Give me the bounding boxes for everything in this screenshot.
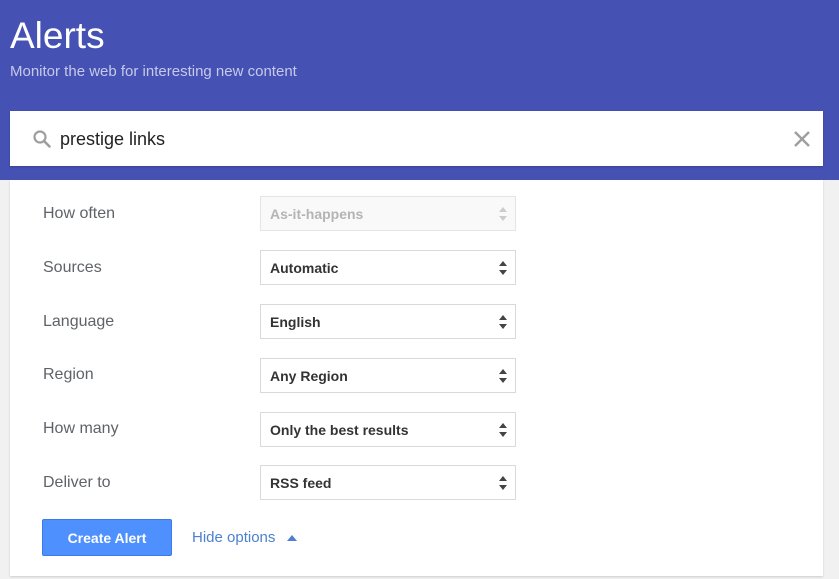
deliver-to-label: Deliver to xyxy=(43,474,111,491)
select-arrows-icon xyxy=(499,476,507,490)
how-many-value: Only the best results xyxy=(270,422,409,438)
how-many-select[interactable]: Only the best results xyxy=(260,412,516,447)
region-select[interactable]: Any Region xyxy=(260,358,516,393)
select-arrows-icon xyxy=(499,261,507,275)
language-select[interactable]: English xyxy=(260,304,516,339)
deliver-to-value: RSS feed xyxy=(270,475,332,491)
close-icon[interactable] xyxy=(791,128,813,150)
how-often-select: As-it-happens xyxy=(260,196,516,231)
select-arrows-icon xyxy=(499,369,507,383)
language-value: English xyxy=(270,314,321,330)
search-box xyxy=(10,111,823,166)
how-often-value: As-it-happens xyxy=(270,206,364,222)
language-label: Language xyxy=(43,313,115,330)
deliver-to-select[interactable]: RSS feed xyxy=(260,465,516,500)
caret-up-icon[interactable] xyxy=(286,534,298,542)
select-arrows-icon xyxy=(499,423,507,437)
create-alert-button[interactable]: Create Alert xyxy=(42,519,172,556)
select-arrows-icon xyxy=(499,315,507,329)
how-many-label: How many xyxy=(43,420,119,437)
region-value: Any Region xyxy=(270,368,348,384)
how-often-label: How often xyxy=(43,205,116,222)
sources-select[interactable]: Automatic xyxy=(260,250,516,285)
hide-options-link[interactable]: Hide options xyxy=(192,528,275,548)
select-arrows-icon xyxy=(499,207,507,221)
sources-label: Sources xyxy=(43,259,102,276)
search-icon xyxy=(33,130,51,148)
alert-options-panel: How often As-it-happens Sources Automati… xyxy=(10,180,823,576)
search-input[interactable] xyxy=(60,123,750,155)
page-title: Alerts xyxy=(10,15,105,56)
page-subtitle: Monitor the web for interesting new cont… xyxy=(10,63,297,80)
region-label: Region xyxy=(43,366,94,383)
sources-value: Automatic xyxy=(270,260,339,276)
